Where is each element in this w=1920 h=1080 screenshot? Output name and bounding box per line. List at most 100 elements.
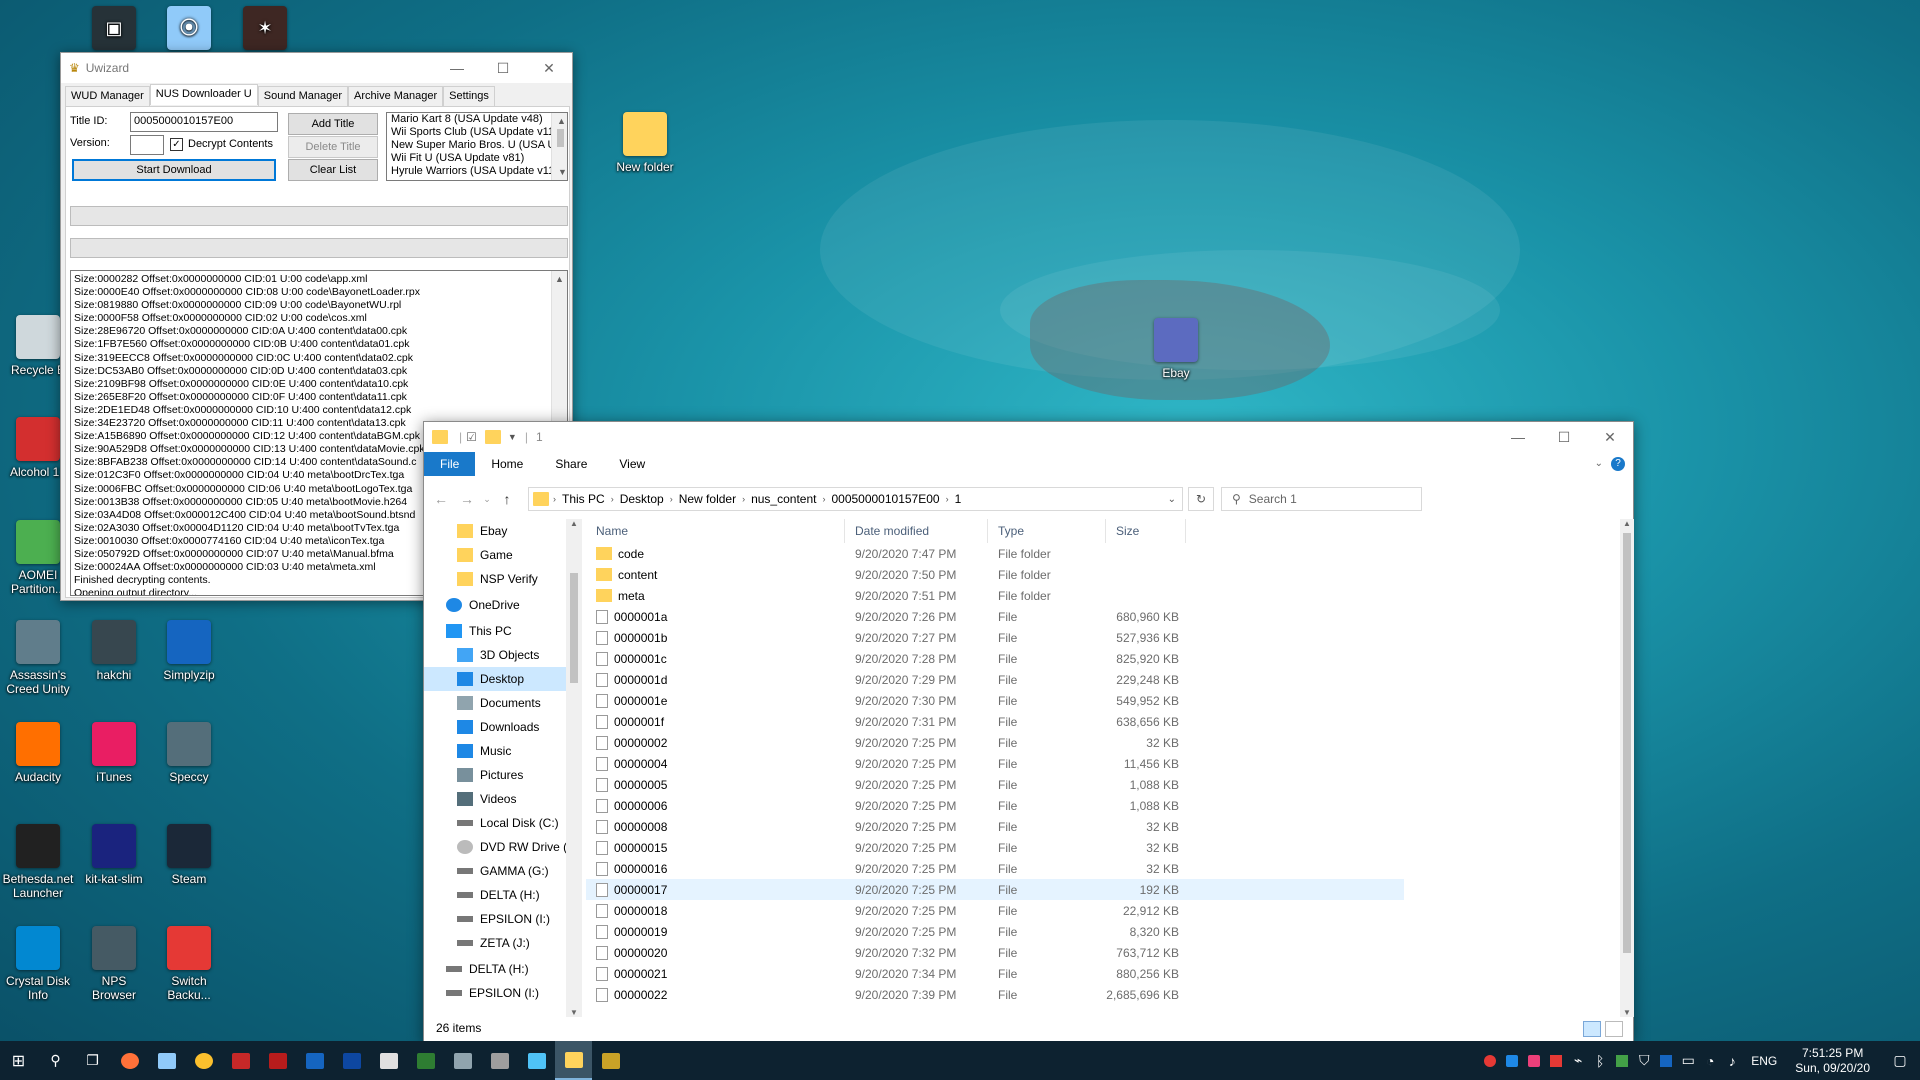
desktop-icon[interactable]: iTunes	[78, 722, 150, 784]
desktop-icon[interactable]: Steam	[153, 824, 225, 886]
desktop-icon-app2[interactable]: ⦿	[153, 6, 225, 54]
nav-item[interactable]: DELTA (H:)	[424, 883, 582, 907]
tab-nus-downloader[interactable]: NUS Downloader U	[149, 84, 258, 105]
file-row[interactable]: content 9/20/2020 7:50 PM File folder	[586, 564, 1404, 585]
desktop-icon[interactable]: Ebay	[1140, 318, 1212, 380]
nav-item[interactable]: EPSILON (I:)	[424, 907, 582, 931]
file-row[interactable]: 00000021 9/20/2020 7:34 PM File 880,256 KB	[586, 963, 1404, 984]
desktop-icon[interactable]: Audacity	[2, 722, 74, 784]
clear-list-button[interactable]: Clear List	[288, 159, 378, 181]
file-row[interactable]: meta 9/20/2020 7:51 PM File folder	[586, 585, 1404, 606]
queue-scrollbar[interactable]: ▲ ▼	[551, 113, 567, 180]
up-arrow-icon[interactable]: ↑	[494, 491, 520, 507]
desktop-icon[interactable]: NPS Browser	[78, 926, 150, 1002]
app-icon[interactable]	[407, 1041, 444, 1080]
search-input[interactable]: ⚲ Search 1	[1221, 487, 1422, 511]
file-row[interactable]: 0000001b 9/20/2020 7:27 PM File 527,936 KB	[586, 627, 1404, 648]
nav-item[interactable]: DVD RW Drive (D	[424, 835, 582, 859]
file-row[interactable]: 00000004 9/20/2020 7:25 PM File 11,456 KB	[586, 753, 1404, 774]
explorer-titlebar[interactable]: | ☑ ▼ | 1 — ☐ ✕	[424, 422, 1633, 452]
filezilla-icon[interactable]	[259, 1041, 296, 1080]
expand-ribbon-icon[interactable]: ⌄	[1587, 452, 1611, 476]
photoshop-icon[interactable]	[333, 1041, 370, 1080]
customize-toolbar-icon[interactable]: ▼	[508, 432, 517, 442]
app-icon[interactable]	[370, 1041, 407, 1080]
desktop-icon[interactable]: Crystal Disk Info	[2, 926, 74, 1002]
shield-icon[interactable]: ⛉	[1633, 1041, 1655, 1080]
tab-settings[interactable]: Settings	[443, 86, 495, 107]
start-windows-icon[interactable]: ⊞	[0, 1041, 37, 1080]
file-row[interactable]: 0000001d 9/20/2020 7:29 PM File 229,248 KB	[586, 669, 1404, 690]
search-icon[interactable]: ⚲	[37, 1041, 74, 1080]
queue-item[interactable]: Hyrule Warriors (USA Update v112	[389, 165, 567, 178]
nav-item[interactable]: 3D Objects	[424, 643, 582, 667]
ribbon-tab-home[interactable]: Home	[475, 452, 539, 476]
queue-item[interactable]: Wii Sports Club (USA Update v112)	[389, 126, 567, 139]
nav-item[interactable]: GAMMA (G:)	[424, 859, 582, 883]
nav-item[interactable]: EPSILON (I:)	[424, 981, 582, 1005]
delete-title-button[interactable]: Delete Title	[288, 136, 378, 158]
recent-locations-icon[interactable]: ⌄	[480, 494, 494, 505]
minimize-button[interactable]: —	[434, 53, 480, 83]
nav-item[interactable]: Ebay	[424, 519, 582, 543]
refresh-icon[interactable]: ↻	[1188, 487, 1214, 511]
new-folder-icon[interactable]	[484, 430, 501, 444]
file-row[interactable]: 00000017 9/20/2020 7:25 PM File 192 KB	[586, 879, 1404, 900]
desktop-icon[interactable]: Simplyzip	[153, 620, 225, 682]
chrome-icon[interactable]	[185, 1041, 222, 1080]
breadcrumb-nus-content[interactable]: nus_content	[745, 492, 822, 506]
queue-item[interactable]: Mario Kart 8 (USA Update v48)	[389, 113, 567, 126]
desktop-icon-app3[interactable]: ✶	[229, 6, 301, 54]
nav-item[interactable]: Desktop	[424, 667, 582, 691]
tray-app-icon[interactable]	[1479, 1041, 1501, 1080]
tab-archive-manager[interactable]: Archive Manager	[348, 86, 444, 107]
ribbon-tab-view[interactable]: View	[603, 452, 661, 476]
column-date-modified[interactable]: Date modified	[845, 519, 988, 543]
help-icon[interactable]: ?	[1611, 457, 1625, 471]
start-download-button[interactable]: Start Download	[72, 159, 276, 181]
bluetooth-icon[interactable]: ᛒ	[1589, 1041, 1611, 1080]
uwizard-taskbar-icon[interactable]	[592, 1041, 629, 1080]
file-row[interactable]: 00000019 9/20/2020 7:25 PM File 8,320 KB	[586, 921, 1404, 942]
desktop-icon[interactable]: Switch Backu...	[153, 926, 225, 1002]
usb-icon[interactable]: ⌁	[1567, 1041, 1589, 1080]
breadcrumb-title-id[interactable]: 0005000010157E00	[825, 492, 945, 506]
column-size[interactable]: Size	[1106, 519, 1186, 543]
tray-app-icon[interactable]	[1501, 1041, 1523, 1080]
title-id-input[interactable]: 0005000010157E00	[130, 112, 278, 132]
volume-icon[interactable]: ♪	[1721, 1041, 1743, 1080]
forward-arrow-icon[interactable]: →	[454, 491, 480, 507]
battery-icon[interactable]: ▭	[1677, 1041, 1699, 1080]
maximize-button[interactable]: ☐	[1541, 422, 1587, 452]
language-indicator[interactable]: ENG	[1743, 1054, 1785, 1068]
nav-item[interactable]: Pictures	[424, 763, 582, 787]
title-queue-list[interactable]: Mario Kart 8 (USA Update v48) Wii Sports …	[386, 112, 568, 181]
clock[interactable]: 7:51:25 PM Sun, 09/20/20	[1785, 1046, 1880, 1076]
app-icon[interactable]	[518, 1041, 555, 1080]
file-row[interactable]: 0000001e 9/20/2020 7:30 PM File 549,952 KB	[586, 690, 1404, 711]
breadcrumb-1[interactable]: 1	[949, 492, 968, 506]
file-row[interactable]: 00000005 9/20/2020 7:25 PM File 1,088 KB	[586, 774, 1404, 795]
tab-wud-manager[interactable]: WUD Manager	[65, 86, 150, 107]
queue-item[interactable]: New Super Mario Bros. U (USA Up	[389, 139, 567, 152]
nav-item[interactable]: OneDrive	[424, 593, 582, 617]
queue-item[interactable]: Wii Fit U (USA Update v81)	[389, 152, 567, 165]
tray-app-icon[interactable]	[1523, 1041, 1545, 1080]
task-view-icon[interactable]: ❐	[74, 1041, 111, 1080]
properties-icon[interactable]: ☑	[466, 430, 477, 444]
app-icon[interactable]	[296, 1041, 333, 1080]
uwizard-titlebar[interactable]: ♛ Uwizard — ☐ ✕	[61, 53, 572, 83]
file-list-scrollbar[interactable]: ▲ ▼	[1620, 519, 1634, 1017]
ribbon-tab-share[interactable]: Share	[539, 452, 603, 476]
desktop-icon[interactable]: Bethesda.net Launcher	[2, 824, 74, 900]
file-row[interactable]: 00000008 9/20/2020 7:25 PM File 32 KB	[586, 816, 1404, 837]
breadcrumb-desktop[interactable]: Desktop	[614, 492, 670, 506]
address-bar[interactable]: › This PC › Desktop › New folder › nus_c…	[528, 487, 1183, 511]
desktop-icon-app1[interactable]: ▣	[78, 6, 150, 54]
tab-sound-manager[interactable]: Sound Manager	[257, 86, 349, 107]
app-icon[interactable]	[444, 1041, 481, 1080]
file-explorer-icon[interactable]	[555, 1041, 592, 1080]
file-row[interactable]: 00000006 9/20/2020 7:25 PM File 1,088 KB	[586, 795, 1404, 816]
file-row[interactable]: 00000002 9/20/2020 7:25 PM File 32 KB	[586, 732, 1404, 753]
nav-item[interactable]: Videos	[424, 787, 582, 811]
